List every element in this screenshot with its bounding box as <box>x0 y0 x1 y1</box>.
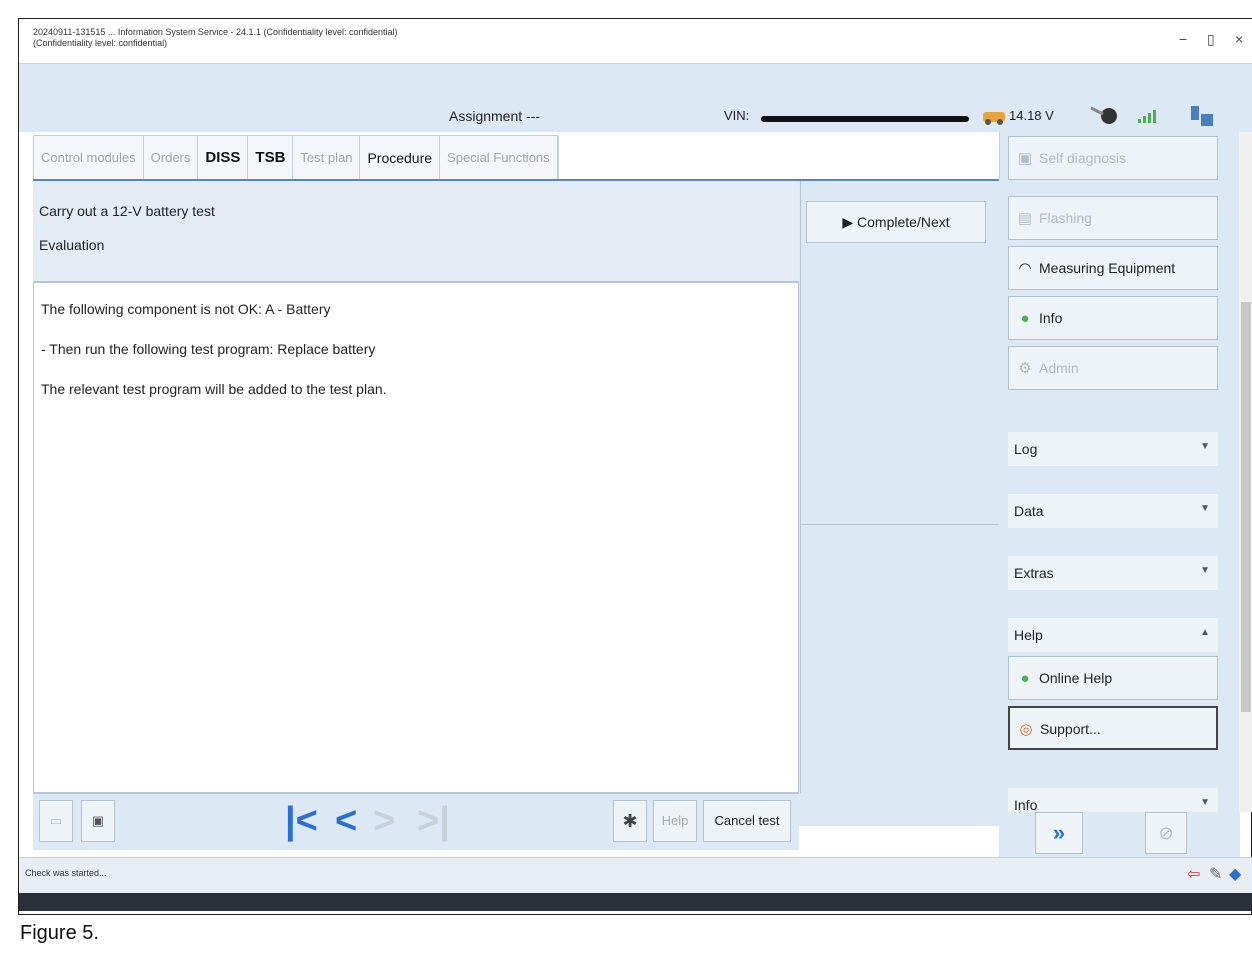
procedure-line: The following component is not OK: A - B… <box>41 301 331 317</box>
divider <box>800 181 801 793</box>
data-label: Data <box>1014 503 1044 519</box>
log-section-header[interactable]: Log ▼ <box>1008 432 1218 466</box>
flashing-icon: ▤ <box>1017 210 1033 227</box>
collapse-icon: ▲ <box>1200 627 1210 638</box>
database-icon[interactable]: ◆ <box>1229 864 1241 884</box>
procedure-line: - Then run the following test program: R… <box>41 341 376 357</box>
admin-label: Admin <box>1039 360 1079 376</box>
complete-next-label: Complete/Next <box>857 214 950 230</box>
data-section-header[interactable]: Data ▼ <box>1008 494 1218 528</box>
first-page-icon[interactable]: |< <box>285 800 318 842</box>
sidebar: ▣ Self diagnosis ▤ Flashing ◠ Measuring … <box>999 132 1240 857</box>
status-text: Check was started... <box>25 868 107 878</box>
document-icon[interactable]: ▭ <box>39 800 73 842</box>
tab-bar: Control modules Orders DISS TSB Test pla… <box>33 135 559 181</box>
admin-button[interactable]: ⚙ Admin <box>1008 346 1218 390</box>
expand-icon: ▼ <box>1200 565 1210 576</box>
help-label: Help <box>1014 627 1043 643</box>
support-button[interactable]: ◎ Support... <box>1008 706 1218 750</box>
measuring-equipment-button[interactable]: ◠ Measuring Equipment <box>1008 246 1218 290</box>
expand-icon: ▼ <box>1200 441 1210 452</box>
procedure-title: Carry out a 12-V battery test <box>39 203 215 219</box>
flashing-label: Flashing <box>1039 210 1092 226</box>
vin-label: VIN: <box>724 108 750 123</box>
vin-redacted <box>761 116 969 122</box>
voltage-readout: 14.18 V <box>1009 108 1054 123</box>
procedure-header: Carry out a 12-V battery test Evaluation <box>33 181 799 282</box>
tab-tsb[interactable]: TSB <box>248 136 294 180</box>
document-preview-icon[interactable]: ▣ <box>81 800 115 842</box>
procedure-text-area: The following component is not OK: A - B… <box>33 282 799 793</box>
self-diagnosis-icon: ▣ <box>1017 150 1033 167</box>
last-page-icon[interactable]: >| <box>417 800 450 842</box>
tab-test-plan[interactable]: Test plan <box>293 136 361 180</box>
expand-panel-button[interactable]: » <box>1035 812 1083 854</box>
screenshot-frame: 20240911-131515 ... Information System S… <box>18 18 1252 915</box>
lifebuoy-icon: ◎ <box>1019 721 1033 738</box>
sidebar-bottom-controls: » ⊘ <box>999 812 1239 857</box>
online-help-label: Online Help <box>1039 670 1113 686</box>
extras-section-header[interactable]: Extras ▼ <box>1008 556 1218 590</box>
admin-icon: ⚙ <box>1018 360 1032 377</box>
signal-strength-icon <box>1138 110 1156 123</box>
tab-control-modules[interactable]: Control modules <box>34 136 144 180</box>
next-page-icon[interactable]: > <box>373 800 395 842</box>
procedure-subtitle: Evaluation <box>39 237 105 253</box>
scroll-thumb[interactable] <box>1241 302 1251 712</box>
log-label: Log <box>1014 441 1038 457</box>
procedure-line: The relevant test program will be added … <box>41 381 387 397</box>
procedure-toolbar: ▭ ▣ |< < > >| ✱ Help Cancel test <box>33 793 799 850</box>
tab-orders[interactable]: Orders <box>144 136 199 180</box>
extras-label: Extras <box>1014 565 1054 581</box>
help-section-header[interactable]: Help ▲ <box>1008 618 1218 652</box>
window-title: 20240911-131515 ... Information System S… <box>33 27 398 37</box>
measuring-label: Measuring Equipment <box>1039 260 1176 276</box>
divider <box>800 524 999 525</box>
help-button[interactable]: Help <box>653 800 697 842</box>
restore-button[interactable]: ▯ <box>1207 31 1215 48</box>
network-diagram-icon[interactable]: ✱ <box>613 800 647 842</box>
info-section-label: Info <box>1014 797 1038 813</box>
sidebar-scrollbar[interactable] <box>1239 132 1252 812</box>
status-bar: Check was started... ⇦ ✎ ◆ <box>19 857 1252 894</box>
online-help-button[interactable]: ● Online Help <box>1008 656 1218 700</box>
self-diagnosis-label: Self diagnosis <box>1039 150 1127 166</box>
network-icon <box>1191 106 1213 126</box>
exit-icon[interactable]: ⇦ <box>1187 864 1200 884</box>
flashing-button[interactable]: ▤ Flashing <box>1008 196 1218 240</box>
complete-next-button[interactable]: ▶ Complete/Next <box>806 201 986 243</box>
assignment-label: Assignment --- <box>449 108 541 124</box>
title-bar: 20240911-131515 ... Information System S… <box>19 19 1252 64</box>
info-button[interactable]: ● Info <box>1008 296 1218 340</box>
tab-special-functions[interactable]: Special Functions <box>440 136 558 180</box>
info-icon: ● <box>1020 310 1030 327</box>
car-battery-icon <box>983 112 1005 125</box>
tools-icon[interactable]: ✎ <box>1209 864 1222 884</box>
connection-plug-icon <box>1090 106 1117 124</box>
info-label: Info <box>1039 310 1063 326</box>
tab-diss[interactable]: DISS <box>198 136 249 180</box>
expand-icon: ▼ <box>1200 797 1210 808</box>
header-bar: Assignment --- VIN: 14.18 V <box>19 64 1252 132</box>
online-help-icon: ● <box>1020 670 1030 687</box>
minimize-button[interactable]: − <box>1179 31 1187 47</box>
previous-page-icon[interactable]: < <box>335 800 357 842</box>
close-button[interactable]: × <box>1235 31 1243 47</box>
self-diagnosis-button[interactable]: ▣ Self diagnosis <box>1008 136 1218 180</box>
play-icon: ▶ <box>842 214 854 230</box>
gauge-icon: ◠ <box>1018 260 1032 277</box>
support-label: Support... <box>1040 721 1101 737</box>
window-subtitle: (Confidentiality level: confidential) <box>33 38 168 48</box>
stop-icon[interactable]: ⊘ <box>1145 812 1187 854</box>
tab-procedure[interactable]: Procedure <box>360 136 441 180</box>
cancel-test-button[interactable]: Cancel test <box>703 800 791 842</box>
expand-icon: ▼ <box>1200 503 1210 514</box>
bottom-bar <box>19 893 1252 911</box>
figure-caption: Figure 5. <box>20 922 99 944</box>
